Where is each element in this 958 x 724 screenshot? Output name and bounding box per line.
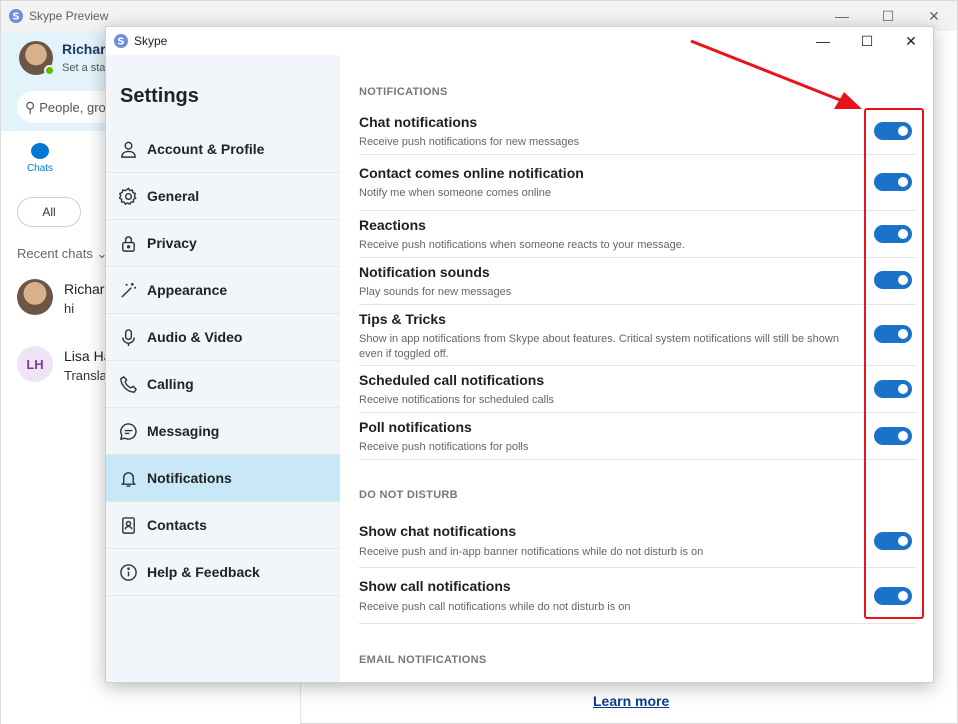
setting-row-poll-notifications: Poll notifications Receive push notifica… <box>359 413 916 460</box>
chat-preview: Translat <box>64 368 111 383</box>
sidebar-item-label: Audio & Video <box>147 329 243 345</box>
settings-sidebar: Settings Account & Profile General Priva… <box>106 55 340 682</box>
sidebar-item-label: Privacy <box>147 235 197 251</box>
svg-text:S: S <box>117 37 124 48</box>
setting-title: Chat notifications <box>359 114 478 130</box>
sidebar-item-label: Help & Feedback <box>147 564 260 580</box>
avatar: LH <box>17 346 53 382</box>
setting-description: Receive push notifications when someone … <box>359 239 685 251</box>
chat-bubble-icon <box>31 143 49 159</box>
sidebar-item-help-feedback[interactable]: Help & Feedback <box>106 549 340 596</box>
settings-nav: Account & Profile General Privacy Appear… <box>106 126 340 596</box>
sidebar-item-audio-video[interactable]: Audio & Video <box>106 314 340 361</box>
page-title: Settings <box>120 85 199 107</box>
setting-description: Show in app notifications from Skype abo… <box>359 333 839 360</box>
close-button[interactable]: ✕ <box>889 27 933 55</box>
avatar <box>17 279 53 315</box>
lock-icon <box>118 233 138 253</box>
sidebar-item-general[interactable]: General <box>106 173 340 220</box>
setting-row-tips-tricks: Tips & Tricks Show in app notifications … <box>359 305 916 366</box>
info-icon <box>118 562 138 582</box>
setting-description: Receive push notifications for new messa… <box>359 136 580 148</box>
online-status-icon <box>44 65 55 76</box>
settings-dialog: S Skype — ☐ ✕ Settings Account & Profile… <box>105 26 934 683</box>
sidebar-item-appearance[interactable]: Appearance <box>106 267 340 314</box>
setting-row-scheduled-call: Scheduled call notifications Receive not… <box>359 366 916 413</box>
setting-title: Reactions <box>359 217 426 233</box>
setting-title: Show call notifications <box>359 578 511 594</box>
dialog-title: Skype <box>134 34 168 48</box>
sidebar-item-label: General <box>147 188 200 204</box>
sidebar-item-label: Account & Profile <box>147 141 265 157</box>
sidebar-item-label: Calling <box>147 376 194 392</box>
section-heading-email-notifications: EMAIL NOTIFICATIONS <box>359 654 487 666</box>
setting-row-chat-notifications: Chat notifications Receive push notifica… <box>359 111 916 155</box>
gear-icon <box>118 186 138 206</box>
phone-icon <box>118 374 138 394</box>
notifications-panel: NOTIFICATIONS Chat notifications Receive… <box>340 55 933 682</box>
microphone-icon <box>118 327 138 347</box>
setting-title: Notification sounds <box>359 264 490 280</box>
sidebar-item-calling[interactable]: Calling <box>106 361 340 408</box>
setting-description: Notify me when someone comes online <box>359 187 551 199</box>
sidebar-item-label: Contacts <box>147 517 207 533</box>
chat-preview: hi <box>64 301 75 316</box>
person-icon <box>118 139 138 159</box>
setting-title: Show chat notifications <box>359 523 517 539</box>
background-window-title: Skype Preview <box>29 9 109 23</box>
setting-row-show-call-notifications: Show call notifications Receive push cal… <box>359 568 916 624</box>
setting-title: Contact comes online notification <box>359 165 584 181</box>
avatar[interactable] <box>19 41 55 76</box>
setting-description: Receive notifications for scheduled call… <box>359 394 555 406</box>
maximize-button[interactable]: ☐ <box>845 27 889 55</box>
setting-description: Receive push call notifications while do… <box>359 601 631 613</box>
sidebar-item-notifications[interactable]: Notifications <box>106 455 340 502</box>
setting-title: Poll notifications <box>359 419 472 435</box>
svg-text:S: S <box>12 12 19 23</box>
sidebar-item-label: Messaging <box>147 423 220 439</box>
sidebar-item-account-profile[interactable]: Account & Profile <box>106 126 340 173</box>
setting-description: Receive push notifications for polls <box>359 441 529 453</box>
sidebar-item-contacts[interactable]: Contacts <box>106 502 340 549</box>
setting-description: Play sounds for new messages <box>359 286 512 298</box>
setting-row-notification-sounds: Notification sounds Play sounds for new … <box>359 258 916 305</box>
learn-more-link[interactable]: Learn more <box>593 693 669 709</box>
dialog-titlebar: S Skype — ☐ ✕ <box>106 27 933 55</box>
minimize-button[interactable]: — <box>801 27 845 55</box>
filter-all-button[interactable]: All <box>17 197 81 227</box>
setting-title: Tips & Tricks <box>359 311 446 327</box>
sidebar-item-privacy[interactable]: Privacy <box>106 220 340 267</box>
sidebar-item-label: Notifications <box>147 470 232 486</box>
setting-title: Scheduled call notifications <box>359 372 545 388</box>
sidebar-item-label: Appearance <box>147 282 228 298</box>
annotation-highlight-box <box>864 108 924 619</box>
setting-row-show-chat-notifications: Show chat notifications Receive push and… <box>359 517 916 568</box>
magic-wand-icon <box>118 280 138 300</box>
search-icon: ⚲ <box>25 98 36 115</box>
setting-description: Receive push and in-app banner notificat… <box>359 546 704 558</box>
contact-book-icon <box>118 515 138 535</box>
sidebar-item-messaging[interactable]: Messaging <box>106 408 340 455</box>
tab-chats[interactable]: Chats <box>23 143 57 174</box>
section-heading-notifications: NOTIFICATIONS <box>359 86 448 98</box>
skype-logo-icon: S <box>9 9 23 23</box>
skype-logo-icon: S <box>114 34 128 48</box>
tab-chats-label: Chats <box>26 163 54 174</box>
section-heading-do-not-disturb: DO NOT DISTURB <box>359 489 458 501</box>
recent-chats-dropdown[interactable]: Recent chats ⌄ <box>17 246 107 262</box>
setting-row-reactions: Reactions Receive push notifications whe… <box>359 211 916 258</box>
setting-row-contact-online: Contact comes online notification Notify… <box>359 155 916 211</box>
chat-bubble-icon <box>118 421 138 441</box>
bell-icon <box>118 468 138 488</box>
